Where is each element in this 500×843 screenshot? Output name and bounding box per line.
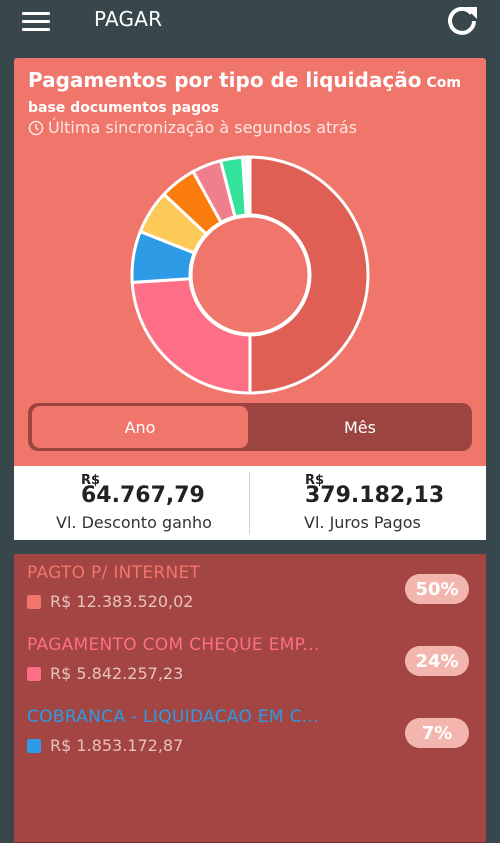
color-swatch — [27, 595, 41, 609]
list-item-amount: R$ 1.853.172,87 — [50, 736, 184, 755]
list-item-name: COBRANCA - LIQUIDACAO EM C... — [27, 707, 319, 727]
stats-panel: R$ 64.767,79 Vl. Desconto ganho R$ 379.1… — [14, 466, 486, 540]
toggle-mes-button[interactable]: Mês — [252, 406, 468, 448]
stat-interest-label: Vl. Juros Pagos — [304, 513, 421, 532]
payment-type-list: PAGTO P/ INTERNET R$ 12.383.520,02 50% P… — [14, 554, 486, 843]
card-title-main: Pagamentos por tipo de liquidação — [28, 68, 422, 92]
page-title: PAGAR — [94, 7, 163, 31]
percent-badge: 24% — [405, 646, 469, 676]
sync-text: Última sincronização à segundos atrás — [48, 118, 358, 137]
clock-icon — [28, 120, 44, 135]
toggle-ano-button[interactable]: Ano — [32, 406, 248, 448]
hamburger-menu-icon[interactable] — [22, 9, 50, 33]
donut-hole — [189, 214, 311, 336]
list-item[interactable]: PAGAMENTO COM CHEQUE EMP... R$ 5.842.257… — [14, 626, 486, 699]
donut-chart — [130, 155, 370, 395]
stat-discount-label: Vl. Desconto ganho — [56, 513, 212, 532]
color-swatch — [27, 667, 41, 681]
color-swatch — [27, 739, 41, 753]
list-item[interactable]: COBRANCA - LIQUIDACAO EM C... R$ 1.853.1… — [14, 698, 486, 771]
card-title: Pagamentos por tipo de liquidação Com ba… — [28, 68, 478, 120]
payments-card: Pagamentos por tipo de liquidação Com ba… — [14, 58, 486, 540]
stat-discount-value: 64.767,79 — [81, 483, 205, 508]
list-item[interactable] — [14, 770, 486, 843]
stat-discount: R$ 64.767,79 Vl. Desconto ganho — [14, 466, 249, 540]
list-item-amount: R$ 12.383.520,02 — [50, 592, 194, 611]
percent-badge: 50% — [405, 574, 469, 604]
top-app-bar: PAGAR — [0, 0, 500, 44]
list-item[interactable]: PAGTO P/ INTERNET R$ 12.383.520,02 50% — [14, 554, 486, 627]
stat-interest: R$ 379.182,13 Vl. Juros Pagos — [251, 466, 486, 540]
stat-interest-value: 379.182,13 — [305, 483, 445, 508]
list-item-name: PAGTO P/ INTERNET — [27, 563, 201, 583]
period-toggle: Ano Mês — [28, 403, 472, 451]
donut-slice-8 — [245, 155, 252, 217]
refresh-icon[interactable] — [444, 3, 480, 39]
list-item-name: PAGAMENTO COM CHEQUE EMP... — [27, 635, 320, 655]
percent-badge: 7% — [405, 718, 469, 748]
stats-divider — [249, 472, 250, 534]
sync-status: Última sincronização à segundos atrás — [28, 118, 357, 137]
list-item-amount: R$ 5.842.257,23 — [50, 664, 184, 683]
